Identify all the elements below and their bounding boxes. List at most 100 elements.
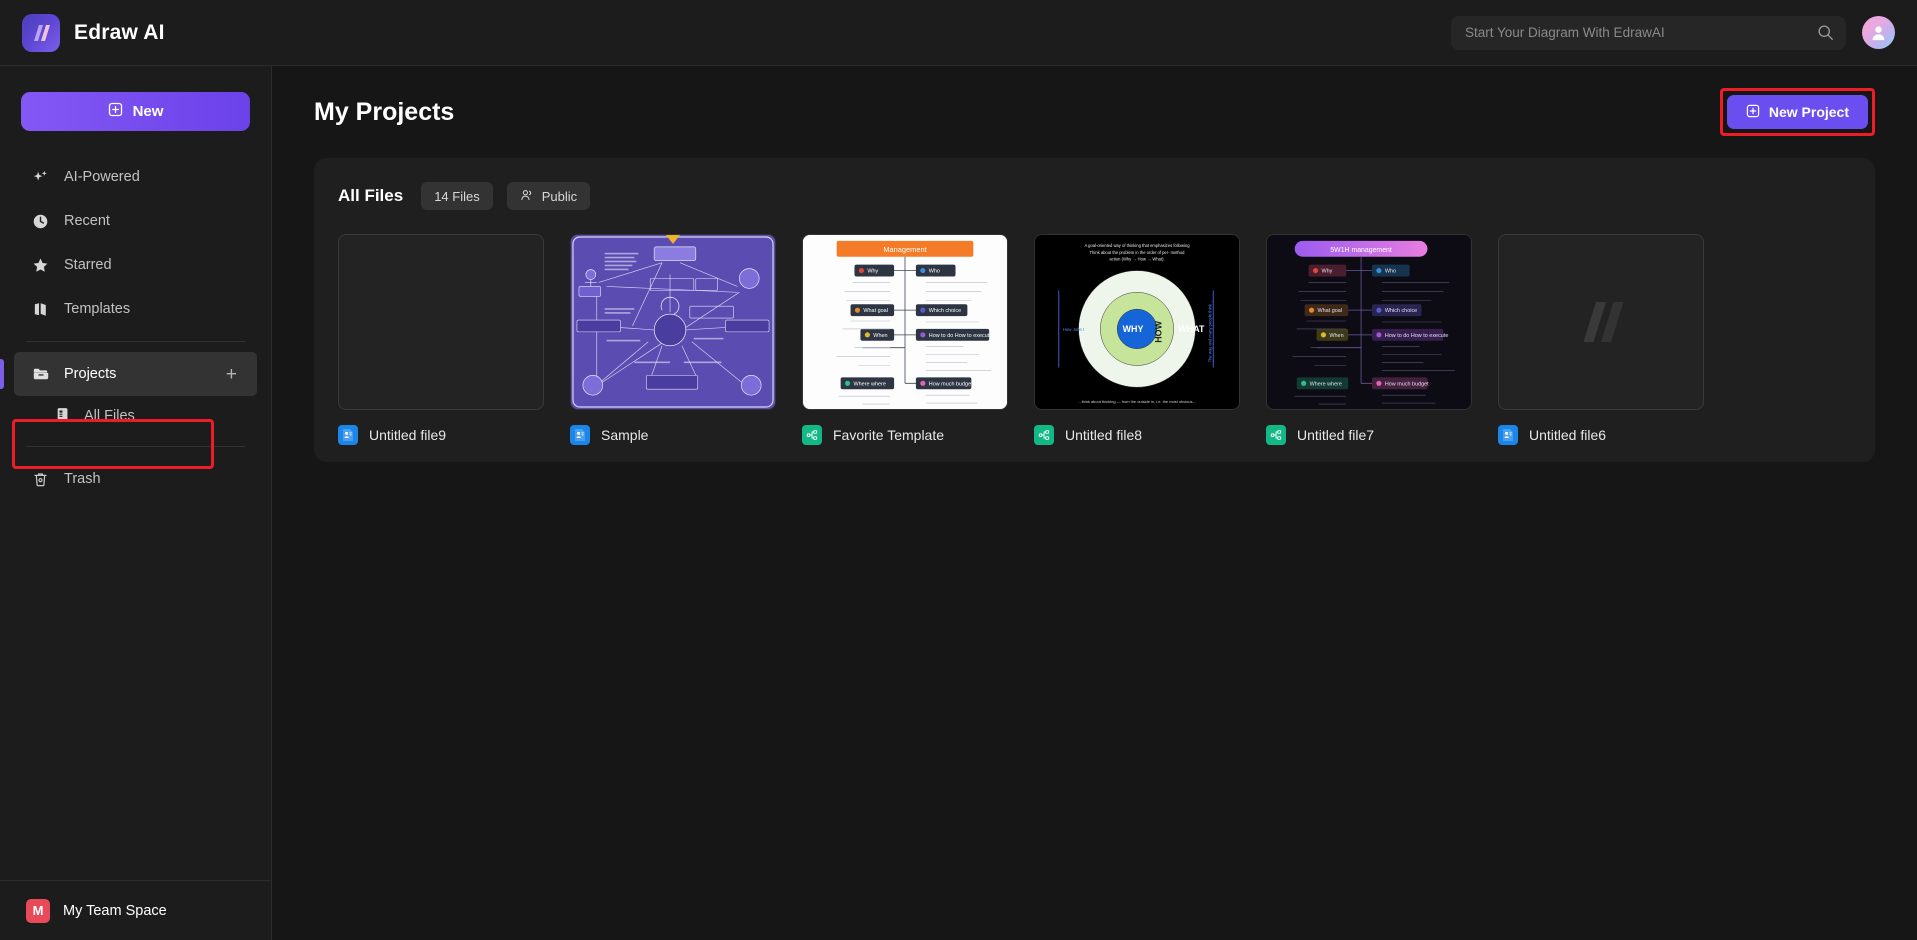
new-project-label: New Project [1768, 104, 1849, 120]
svg-text:Who: Who [1385, 269, 1396, 275]
sidebar-item-label: Trash [64, 471, 101, 487]
svg-text:WHY: WHY [1123, 324, 1144, 334]
selection-marker-icon [666, 235, 680, 244]
golden-circle-art: A goal-oriented way of thinking that emp… [1035, 235, 1239, 409]
svg-text:Where where: Where where [1310, 381, 1342, 387]
sidebar-item-label: Starred [64, 257, 112, 273]
trash-icon [31, 471, 50, 488]
file-name: Favorite Template [833, 427, 945, 443]
svg-text:HOW: HOW [1154, 320, 1164, 342]
svg-text:Why: Why [1321, 269, 1332, 275]
star-icon [31, 257, 50, 274]
search-icon[interactable] [1817, 24, 1834, 41]
sidebar-divider-2 [26, 446, 245, 447]
search-input[interactable] [1465, 25, 1817, 40]
mindmap-dark-art: 5W1H management Why Who What goal Which … [1267, 235, 1471, 409]
new-project-button[interactable]: New Project [1726, 95, 1868, 129]
file-card-footer: Untitled file9 [338, 425, 544, 445]
sidebar-item-ai-powered[interactable]: AI-Powered [0, 155, 271, 199]
svg-text:A goal-oriented way of thinkin: A goal-oriented way of thinking that emp… [1084, 243, 1190, 248]
tab-all-files[interactable]: All Files [338, 186, 403, 206]
team-space[interactable]: M My Team Space [0, 880, 271, 940]
svg-text:How to do How to execute: How to do How to execute [929, 333, 993, 339]
svg-text:The way and many people think: The way and many people think ... [1207, 299, 1212, 362]
sidebar-item-trash[interactable]: Trash [0, 457, 271, 501]
file-card[interactable]: Sample [570, 234, 776, 445]
brand-name: Edraw AI [74, 20, 165, 44]
sidebar-item-templates[interactable]: Templates [0, 287, 271, 331]
file-thumbnail-mindmap-light[interactable]: Management Why Who What goal Which choic… [802, 234, 1008, 410]
sidebar-item-all-files[interactable]: All Files [0, 396, 271, 436]
plus-square-icon [108, 102, 123, 121]
doc-blue-icon [338, 425, 358, 445]
doc-green-icon [1034, 425, 1054, 445]
sidebar-item-starred[interactable]: Starred [0, 243, 271, 287]
files-tabs: All Files 14 Files Public [338, 180, 1851, 212]
brand[interactable]: Edraw AI [0, 13, 165, 52]
sidebar-item-label: Templates [64, 301, 131, 317]
top-bar-right [1451, 15, 1917, 50]
file-name: Untitled file7 [1297, 427, 1375, 443]
files-icon [55, 406, 71, 426]
sidebar-nav: AI-Powered Recent Starred Templates Proj… [0, 155, 271, 501]
file-card-footer: Untitled file7 [1266, 425, 1472, 445]
sidebar-item-label: Recent [64, 213, 110, 229]
file-card-grid: Untitled file9 Sample Management Why Who… [338, 234, 1851, 445]
file-count-label: 14 Files [434, 188, 480, 204]
sidebar-item-recent[interactable]: Recent [0, 199, 271, 243]
sparkle-icon [31, 169, 50, 186]
top-bar: Edraw AI [0, 0, 1917, 66]
edraw-logo-icon [22, 13, 60, 52]
doc-blue-icon [570, 425, 590, 445]
file-card-footer: Sample [570, 425, 776, 445]
svg-text:5W1H management: 5W1H management [1330, 247, 1392, 254]
svg-text:Which choice: Which choice [929, 308, 961, 314]
svg-text:WHAT: WHAT [1178, 324, 1205, 334]
folder-icon [31, 365, 50, 383]
svg-text:When: When [1329, 333, 1343, 339]
file-thumbnail-mindmap-dark[interactable]: 5W1H management Why Who What goal Which … [1266, 234, 1472, 410]
search-bar[interactable] [1451, 15, 1846, 50]
svg-text:How much budget: How much budget [1385, 381, 1429, 387]
file-name: Sample [601, 427, 649, 443]
plus-icon[interactable]: + [226, 365, 237, 384]
page-title: My Projects [314, 97, 455, 126]
clock-icon [31, 213, 50, 230]
app-body: New AI-Powered Recent Starred Templates … [0, 66, 1917, 940]
file-thumbnail-placeholder[interactable] [1498, 234, 1704, 410]
mindmap-light-art: Management Why Who What goal Which choic… [803, 235, 1007, 409]
file-card[interactable]: Untitled file9 [338, 234, 544, 445]
tab-public[interactable]: Public [506, 182, 591, 210]
svg-text:...think about thinking — from: ...think about thinking — from the outsi… [1078, 399, 1195, 404]
people-icon [520, 188, 534, 205]
new-button[interactable]: New [21, 92, 250, 131]
sidebar-item-label: Projects [64, 366, 117, 382]
templates-icon [31, 301, 50, 318]
files-panel: All Files 14 Files Public Untitled file9… [314, 158, 1875, 462]
tab-public-label: Public [541, 188, 578, 204]
new-button-label: New [132, 103, 164, 120]
sidebar-item-projects[interactable]: Projects + [0, 352, 257, 396]
file-card[interactable]: Management Why Who What goal Which choic… [802, 234, 1008, 445]
main-content: My Projects New Project All Files 14 Fil… [272, 66, 1917, 940]
svg-text:How much budget: How much budget [929, 381, 973, 387]
file-card[interactable]: Untitled file6 [1498, 234, 1704, 445]
plus-square-icon [1746, 104, 1760, 121]
svg-text:What goal: What goal [863, 308, 888, 314]
svg-text:Why: Why [867, 269, 878, 275]
file-thumbnail-uml[interactable] [570, 234, 776, 410]
svg-text:How Jobs t: How Jobs t [1063, 327, 1085, 332]
file-thumbnail-golden-circle[interactable]: A goal-oriented way of thinking that emp… [1034, 234, 1240, 410]
doc-green-icon [1266, 425, 1286, 445]
file-thumbnail-empty[interactable] [338, 234, 544, 410]
user-avatar-icon[interactable] [1862, 16, 1895, 49]
svg-text:Which choice: Which choice [1385, 308, 1417, 314]
sidebar-divider-1 [26, 341, 245, 342]
svg-text:What goal: What goal [1318, 308, 1343, 314]
file-card-footer: Favorite Template [802, 425, 1008, 445]
svg-text:Management: Management [883, 245, 926, 254]
edraw-watermark-icon [1499, 235, 1703, 409]
file-card[interactable]: 5W1H management Why Who What goal Which … [1266, 234, 1472, 445]
file-card[interactable]: A goal-oriented way of thinking that emp… [1034, 234, 1240, 445]
sidebar: New AI-Powered Recent Starred Templates … [0, 66, 272, 940]
